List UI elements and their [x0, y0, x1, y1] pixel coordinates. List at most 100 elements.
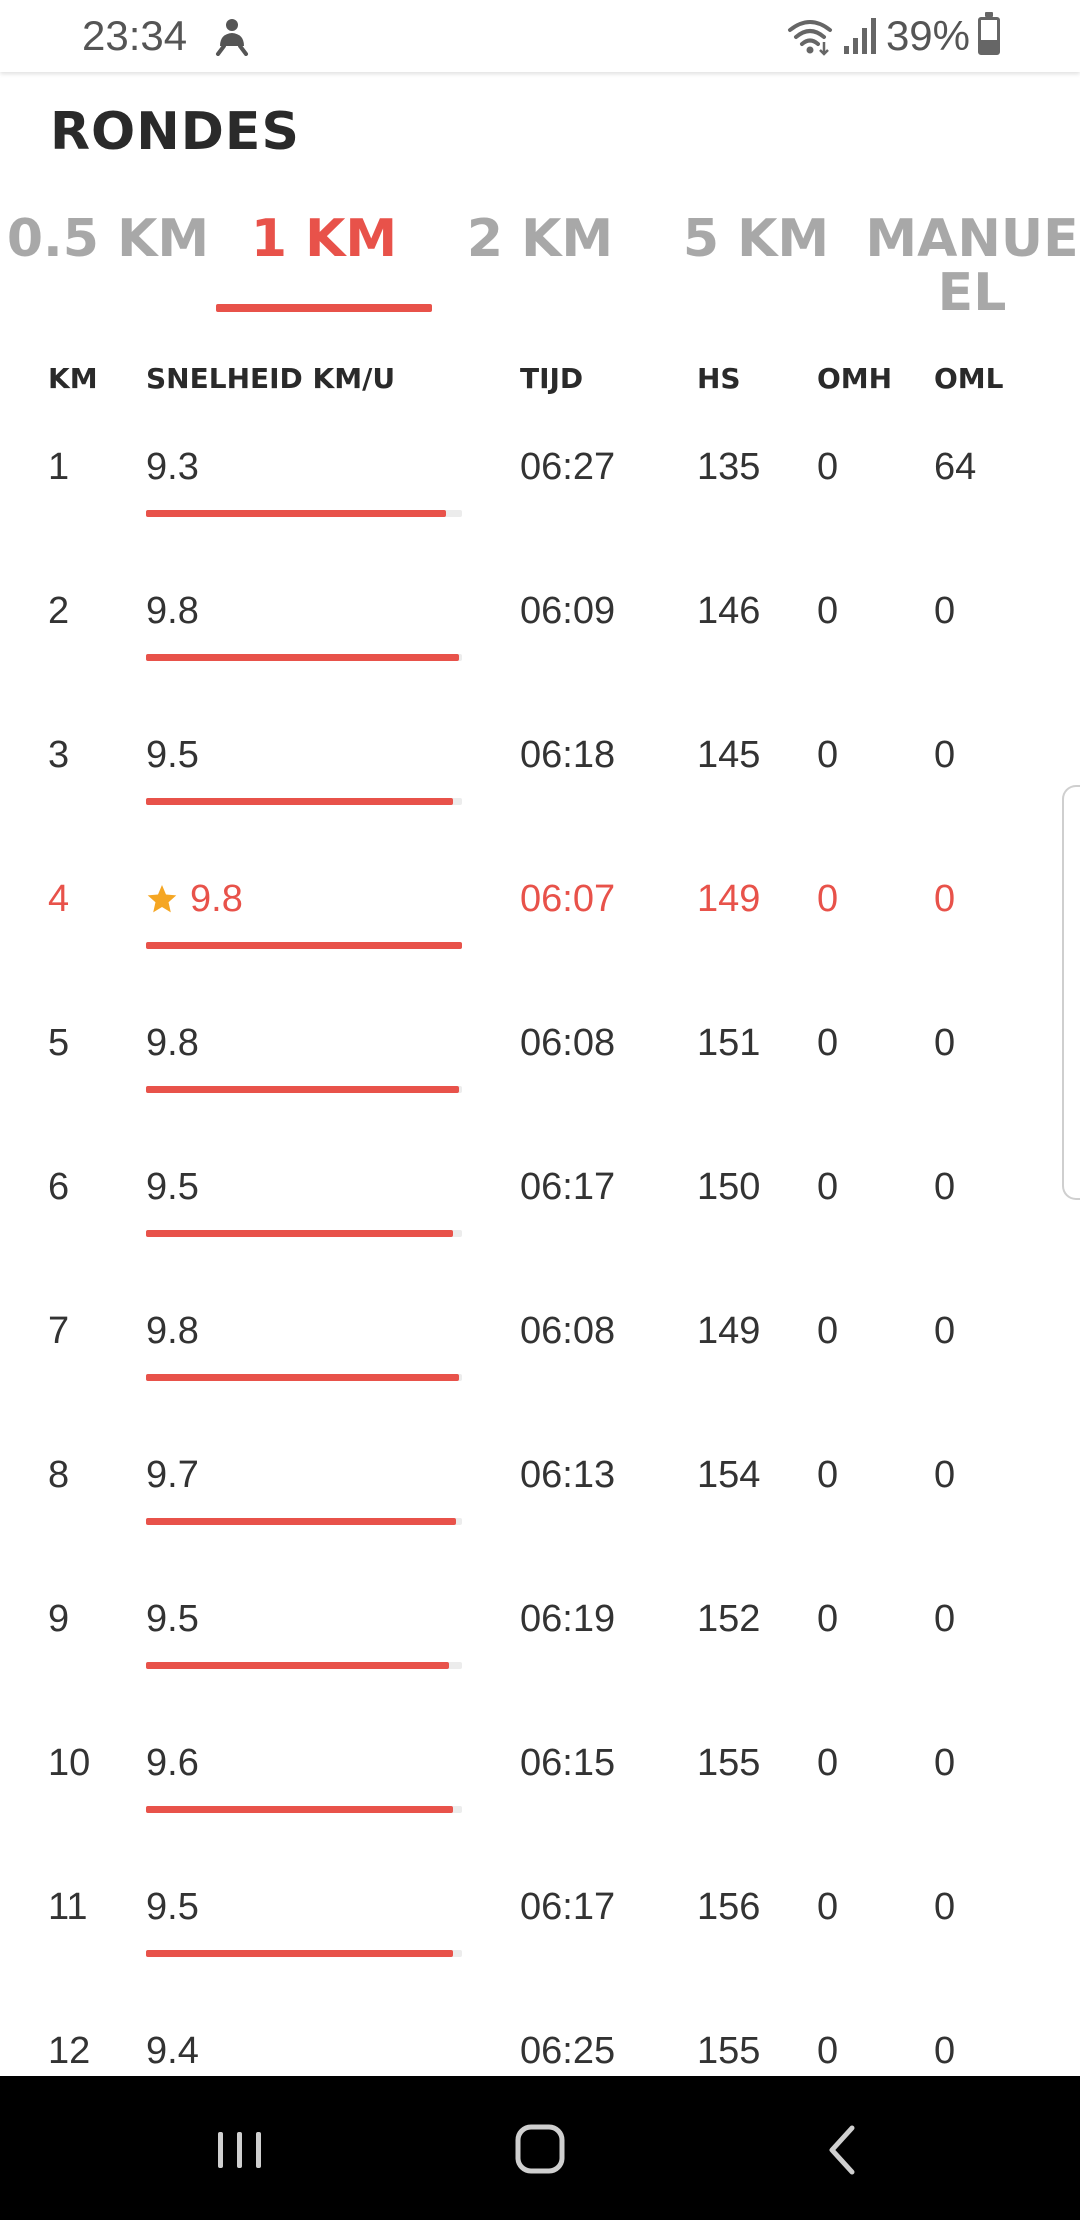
lap-speed-cell: 9.8	[146, 1018, 199, 1068]
lap-speed-value: 9.5	[146, 1598, 199, 1640]
signal-icon	[843, 18, 876, 54]
lap-ascent: 0	[817, 734, 839, 776]
lap-speed-cell: 9.8	[146, 1306, 199, 1356]
lap-descent: 0	[934, 2030, 956, 2072]
lap-speed-value: 9.8	[146, 590, 199, 632]
lap-time: 06:13	[520, 1454, 616, 1496]
status-right: 39%	[786, 12, 1000, 60]
tab-5-km[interactable]: 5 KM	[648, 212, 864, 266]
tab-manueel[interactable]: MANUEEL	[864, 212, 1080, 320]
lap-heart-rate: 154	[697, 1454, 761, 1496]
lap-heart-rate: 155	[697, 1742, 761, 1784]
lap-speed-cell: 9.8	[146, 874, 243, 924]
lap-row[interactable]: 8 9.7 06:13 154 0 0	[0, 1426, 1080, 1570]
tab-0-5-km[interactable]: 0.5 KM	[0, 212, 216, 266]
lap-time: 06:18	[520, 734, 616, 776]
battery-icon	[978, 12, 1000, 55]
lap-row[interactable]: 11 9.5 06:17 156 0 0	[0, 1858, 1080, 2002]
lap-km: 7	[48, 1310, 70, 1352]
speed-bar-track	[146, 1662, 462, 1669]
lap-descent: 0	[934, 734, 956, 776]
laps-list[interactable]: 1 9.3 06:27 135 0 64 2 9.8 06:09 146 0 0 3 9.5 06:18 14…	[0, 418, 1080, 2076]
lap-descent: 0	[934, 1310, 956, 1352]
lap-descent: 0	[934, 1742, 956, 1784]
lap-km: 6	[48, 1166, 70, 1208]
lap-row[interactable]: 10 9.6 06:15 155 0 0	[0, 1714, 1080, 1858]
lap-heart-rate: 150	[697, 1166, 761, 1208]
lap-speed-value: 9.5	[146, 1886, 199, 1928]
navigation-bar	[0, 2076, 1080, 2220]
lap-time: 06:07	[520, 878, 616, 920]
notification-icon	[216, 19, 248, 56]
lap-heart-rate: 155	[697, 2030, 761, 2072]
lap-row[interactable]: 12 9.4 06:25 155 0 0	[0, 2002, 1080, 2076]
speed-bar-track	[146, 798, 462, 805]
tab-1-km[interactable]: 1 KM	[216, 212, 432, 266]
header-time: TIJD	[520, 362, 584, 395]
lap-time: 06:27	[520, 446, 616, 488]
active-tab-indicator	[216, 304, 432, 312]
lap-ascent: 0	[817, 1742, 839, 1784]
speed-bar-fill	[146, 1518, 456, 1525]
lap-ascent: 0	[817, 1310, 839, 1352]
speed-bar-fill	[146, 510, 447, 517]
recent-apps-icon[interactable]	[200, 2120, 280, 2180]
speed-bar-track	[146, 1950, 462, 1957]
lap-speed-cell: 9.5	[146, 730, 199, 780]
home-icon[interactable]	[500, 2120, 580, 2180]
lap-ascent: 0	[817, 1022, 839, 1064]
lap-km: 8	[48, 1454, 70, 1496]
lap-speed-cell: 9.3	[146, 442, 199, 492]
header-omh: OMH	[817, 362, 893, 395]
speed-bar-fill	[146, 654, 459, 661]
lap-speed-value: 9.7	[146, 1454, 199, 1496]
lap-descent: 0	[934, 1022, 956, 1064]
lap-row[interactable]: 2 9.8 06:09 146 0 0	[0, 562, 1080, 706]
speed-bar-fill	[146, 1662, 450, 1669]
lap-km: 10	[48, 1742, 91, 1784]
lap-time: 06:17	[520, 1886, 616, 1928]
lap-speed-value: 9.8	[190, 878, 243, 920]
speed-bar-fill	[146, 1806, 453, 1813]
lap-row[interactable]: 6 9.5 06:17 150 0 0	[0, 1138, 1080, 1282]
wifi-icon	[787, 20, 832, 56]
lap-speed-value: 9.4	[146, 2030, 199, 2072]
speed-bar-fill	[146, 1374, 459, 1381]
battery-level	[981, 39, 997, 52]
lap-speed-value: 9.8	[146, 1022, 199, 1064]
lap-row[interactable]: 7 9.8 06:08 149 0 0	[0, 1282, 1080, 1426]
lap-km: 5	[48, 1022, 70, 1064]
lap-row[interactable]: 4 9.8 06:07 149 0 0	[0, 850, 1080, 994]
lap-ascent: 0	[817, 2030, 839, 2072]
lap-time: 06:08	[520, 1310, 616, 1352]
lap-ascent: 0	[817, 446, 839, 488]
back-icon[interactable]	[802, 2120, 882, 2180]
lap-heart-rate: 146	[697, 590, 761, 632]
lap-km: 1	[48, 446, 70, 488]
lap-row[interactable]: 3 9.5 06:18 145 0 0	[0, 706, 1080, 850]
speed-bar-fill	[146, 942, 462, 949]
speed-bar-track	[146, 1518, 462, 1525]
lap-heart-rate: 149	[697, 1310, 761, 1352]
speed-bar-track	[146, 510, 462, 517]
lap-time: 06:25	[520, 2030, 616, 2072]
lap-row[interactable]: 9 9.5 06:19 152 0 0	[0, 1570, 1080, 1714]
lap-time: 06:19	[520, 1598, 616, 1640]
speed-bar-track	[146, 1806, 462, 1813]
lap-km: 9	[48, 1598, 70, 1640]
lap-speed-cell: 9.8	[146, 586, 199, 636]
header-speed: SNELHEID KM/U	[146, 362, 396, 395]
star-icon	[147, 885, 177, 913]
lap-speed-value: 9.8	[146, 1310, 199, 1352]
lap-row[interactable]: 5 9.8 06:08 151 0 0	[0, 994, 1080, 1138]
lap-time: 06:17	[520, 1166, 616, 1208]
lap-row[interactable]: 1 9.3 06:27 135 0 64	[0, 418, 1080, 562]
table-header: KM SNELHEID KM/U TIJD HS OMH OML	[0, 362, 1080, 402]
edge-panel-handle[interactable]	[1062, 785, 1080, 1200]
lap-speed-value: 9.3	[146, 446, 199, 488]
speed-bar-fill	[146, 1950, 453, 1957]
tab-2-km[interactable]: 2 KM	[432, 212, 648, 266]
lap-heart-rate: 135	[697, 446, 761, 488]
status-bar: 23:34 39%	[0, 0, 1080, 72]
status-time: 23:34	[82, 12, 188, 59]
